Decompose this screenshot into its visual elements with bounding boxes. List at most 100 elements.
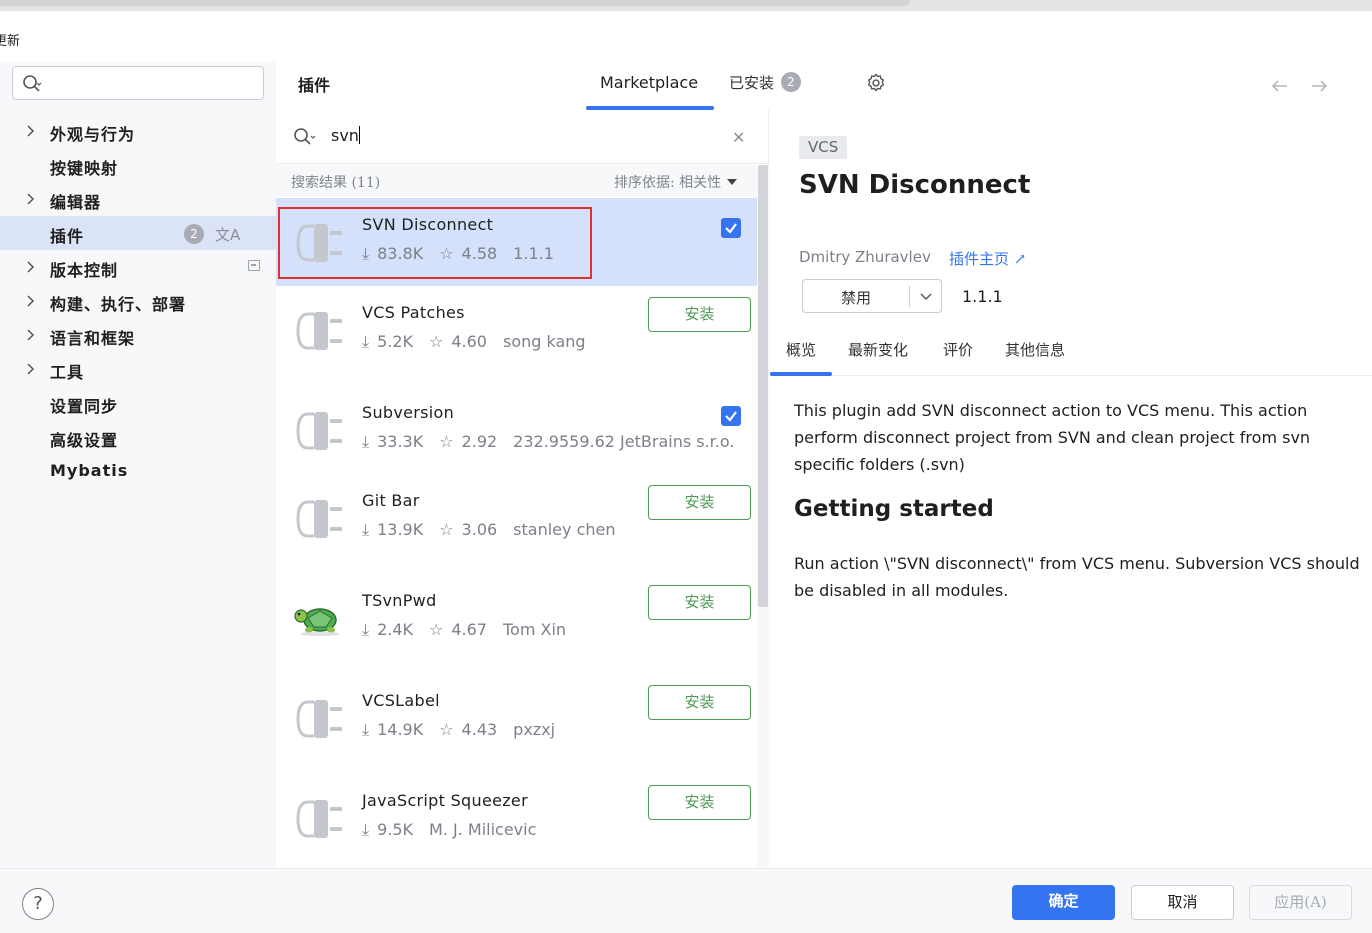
settings-search-input[interactable] [12, 66, 264, 100]
plugin-name: VCS Patches [362, 303, 465, 322]
clear-search-icon[interactable]: ✕ [732, 128, 745, 147]
rating-value: 4.67 [451, 620, 487, 639]
download-count: ⤓ 9.5K [362, 820, 421, 839]
sort-dropdown[interactable]: 排序依据: 相关性 [614, 172, 738, 192]
download-count: ⤓ 5.2K [362, 332, 421, 351]
plugin-meta: ⤓ 5.2K ☆ 4.60 song kang [362, 332, 594, 352]
category-tag: VCS [799, 136, 848, 159]
search-icon [294, 128, 316, 145]
install-button[interactable]: 安装 [648, 485, 751, 520]
sidebar-item[interactable]: 编辑器 [0, 182, 276, 216]
plugin-list-item[interactable]: JavaScript Squeezer ⤓ 9.5K M. J. Milicevic 安… [276, 774, 757, 862]
plugin-extra-info: song kang [502, 332, 586, 351]
back-arrow-icon[interactable] [1269, 75, 1291, 97]
star-icon: ☆ [439, 432, 454, 451]
plugin-extra-info: 232.9559.62 JetBrains s.r.o. [513, 432, 735, 451]
sidebar-item[interactable]: 设置同步 [0, 386, 276, 420]
chevron-right-icon[interactable] [22, 191, 38, 207]
sidebar-item[interactable]: 构建、执行、部署 [0, 284, 276, 318]
sidebar-item-label: 语言和框架 [50, 329, 136, 348]
chevron-right-icon[interactable] [22, 293, 38, 309]
plugin-list-item[interactable]: Git Bar ⤓ 13.9K ☆ 3.06 stanley chen 安装 [276, 474, 757, 562]
plugin-name: Subversion [362, 403, 455, 422]
sidebar-item-label: 构建、执行、部署 [50, 295, 187, 314]
chevron-right-icon[interactable] [22, 259, 38, 275]
enabled-checkbox[interactable] [721, 406, 741, 426]
star-icon: ☆ [429, 620, 444, 639]
split-separator [909, 286, 910, 307]
sidebar-item[interactable]: 工具 [0, 352, 276, 386]
sidebar-item[interactable]: 版本控制 [0, 250, 276, 284]
install-button[interactable]: 安装 [648, 685, 751, 720]
ok-button[interactable]: 确定 [1012, 885, 1115, 920]
search-icon [23, 75, 42, 92]
tab-additional-info[interactable]: 其他信息 [1005, 339, 1065, 360]
disable-split-button[interactable]: 禁用 [802, 279, 942, 313]
download-count-value: 9.5K [377, 820, 414, 839]
plugin-extra-info: Tom Xin [502, 620, 567, 639]
page-title: 插件 [298, 76, 331, 95]
rating-value: 3.06 [461, 520, 498, 539]
rating: ☆ 2.92 [439, 432, 505, 451]
plugin-search-value-wrap: svn [331, 126, 360, 145]
scrollbar-thumb[interactable] [758, 165, 768, 607]
chevron-down-icon[interactable] [918, 288, 934, 304]
plug-icon [296, 800, 342, 838]
title-bar-strip [0, 0, 1372, 11]
rating: ☆ 4.43 [439, 720, 505, 739]
tab-whats-new[interactable]: 最新变化 [848, 339, 908, 360]
download-count: ⤓ 2.4K [362, 620, 421, 639]
rating: ☆ 4.67 [429, 620, 495, 639]
cancel-button[interactable]: 取消 [1131, 885, 1234, 920]
plugin-list-item[interactable]: VCSLabel ⤓ 14.9K ☆ 4.43 pxzxj 安装 [276, 674, 757, 762]
sidebar-item-label: 工具 [50, 363, 85, 382]
chevron-right-icon[interactable] [22, 361, 38, 377]
forward-arrow-icon[interactable] [1308, 75, 1330, 97]
tab-marketplace[interactable]: Marketplace [586, 62, 714, 110]
plugin-name: Git Bar [362, 491, 420, 510]
plugin-extra-info: pxzxj [513, 720, 556, 739]
download-count-value: 33.3K [377, 432, 424, 451]
tab-overview[interactable]: 概览 [786, 339, 816, 360]
install-button[interactable]: 安装 [648, 585, 751, 620]
download-count-value: 2.4K [377, 620, 414, 639]
sidebar-item-label: 插件 [50, 227, 85, 246]
sidebar-item[interactable]: Mybatis [0, 454, 276, 488]
install-button[interactable]: 安装 [648, 785, 751, 820]
section-heading: Getting started [794, 496, 994, 522]
sidebar-item[interactable]: 按键映射 [0, 148, 276, 182]
help-button[interactable]: ? [22, 888, 54, 920]
sidebar-item[interactable]: 高级设置 [0, 420, 276, 454]
download-count-value: 13.9K [377, 520, 424, 539]
plugin-list-item[interactable]: Subversion ⤓ 33.3K ☆ 2.92 232.9559.62 JetBrai… [276, 386, 757, 474]
sort-label: 排序依据: 相关性 [614, 175, 722, 191]
sidebar-item[interactable]: 语言和框架 [0, 318, 276, 352]
download-count: ⤓ 33.3K [362, 432, 431, 451]
plugin-meta: ⤓ 9.5K M. J. Milicevic [362, 820, 544, 840]
plug-icon [296, 500, 342, 538]
install-button[interactable]: 安装 [648, 297, 751, 332]
tab-installed[interactable]: 已安装 2 [729, 72, 801, 93]
plugin-search-field[interactable]: svn ✕ [276, 110, 769, 164]
plugin-name: JavaScript Squeezer [362, 791, 528, 810]
plugin-author[interactable]: Dmitry Zhuravlev [799, 248, 931, 266]
enabled-checkbox[interactable] [721, 218, 741, 238]
download-count-value: 5.2K [377, 332, 414, 351]
plugin-list-item[interactable]: TSvnPwd ⤓ 2.4K ☆ 4.67 Tom Xin 安装 [276, 574, 757, 662]
rating-value: 2.92 [461, 432, 498, 451]
download-icon: ⤓ [362, 332, 370, 351]
sidebar-item[interactable]: 外观与行为 [0, 114, 276, 148]
plugin-homepage-link[interactable]: 插件主页 ↗ [949, 248, 1026, 269]
rating-value: 4.60 [451, 332, 487, 351]
star-icon: ☆ [439, 720, 454, 739]
apply-button[interactable]: 应用(A) [1249, 885, 1352, 920]
chevron-right-icon[interactable] [22, 123, 38, 139]
gear-icon[interactable] [865, 72, 887, 94]
plugin-list-item[interactable]: VCS Patches ⤓ 5.2K ☆ 4.60 song kang 安装 [276, 286, 757, 374]
sidebar-item-label: 版本控制 [50, 261, 119, 280]
plugin-name: VCSLabel [362, 691, 440, 710]
sidebar-item[interactable]: 插件 2 文A [0, 216, 276, 250]
tab-reviews[interactable]: 评价 [943, 339, 973, 360]
chevron-right-icon[interactable] [22, 327, 38, 343]
download-count-value: 14.9K [377, 720, 424, 739]
